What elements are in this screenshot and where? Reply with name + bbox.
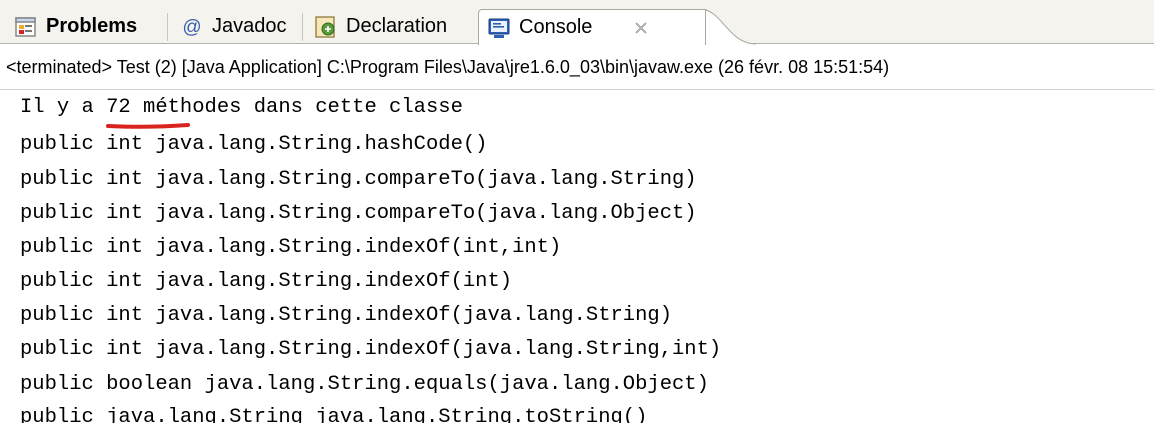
declaration-icon (314, 15, 338, 39)
console-line: public boolean java.lang.String.equals(j… (20, 373, 709, 396)
tab-console-curve (700, 9, 756, 45)
console-line: public java.lang.String java.lang.String… (20, 406, 648, 423)
tab-declaration[interactable]: Declaration (306, 9, 477, 44)
tab-console[interactable]: Console (478, 9, 706, 45)
tab-javadoc[interactable]: @ Javadoc (172, 9, 303, 44)
red-underline-annotation (106, 123, 190, 129)
tab-problems-label: Problems (46, 15, 138, 37)
view-tab-bar: Problems @ Javadoc Declaration Console (0, 0, 1154, 45)
console-view: Problems @ Javadoc Declaration Console <… (0, 0, 1154, 423)
tab-problems[interactable]: Problems (6, 9, 168, 44)
console-line: public int java.lang.String.indexOf(int) (20, 270, 513, 293)
javadoc-at-icon: @ (180, 15, 204, 39)
tab-declaration-label: Declaration (346, 15, 448, 37)
tab-javadoc-label: Javadoc (212, 15, 287, 37)
console-output[interactable]: Il y a 72 méthodes dans cette classe pub… (0, 91, 1154, 423)
console-line: public int java.lang.String.compareTo(ja… (20, 168, 697, 191)
console-line: public int java.lang.String.hashCode() (20, 133, 488, 156)
console-line: public int java.lang.String.indexOf(int,… (20, 236, 562, 259)
console-line: public int java.lang.String.compareTo(ja… (20, 202, 697, 225)
console-line: public int java.lang.String.indexOf(java… (20, 304, 673, 327)
problems-icon (14, 15, 38, 39)
console-icon (487, 16, 511, 40)
console-line: Il y a 72 méthodes dans cette classe (20, 96, 463, 119)
tab-console-label: Console (519, 16, 593, 38)
close-icon[interactable] (633, 19, 649, 35)
console-line: public int java.lang.String.indexOf(java… (20, 338, 722, 361)
svg-text:@: @ (182, 17, 201, 38)
process-status-line: <terminated> Test (2) [Java Application]… (0, 44, 1154, 90)
